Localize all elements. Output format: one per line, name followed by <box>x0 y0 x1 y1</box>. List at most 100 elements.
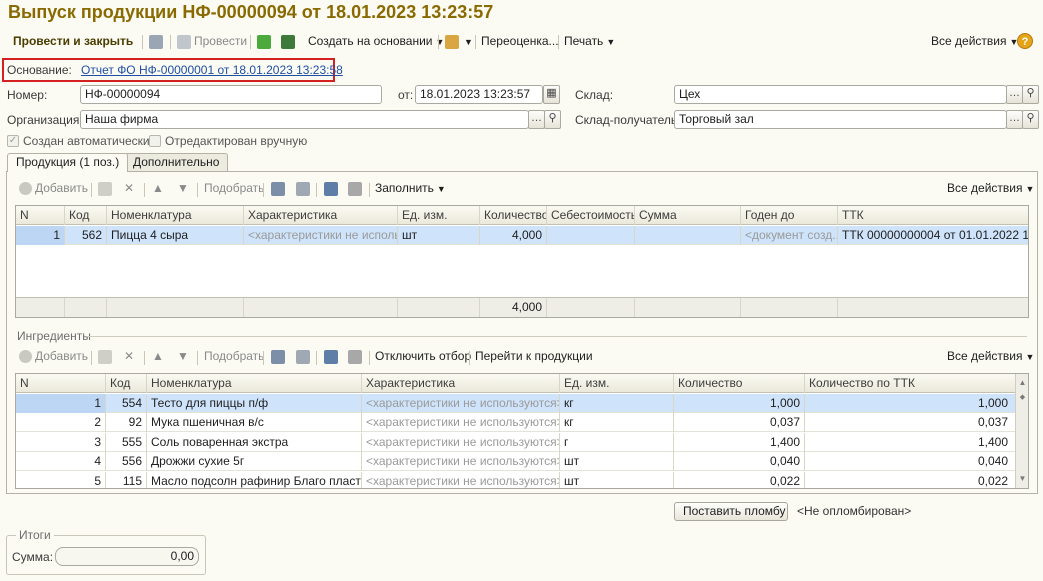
paste-icon[interactable] <box>296 182 310 196</box>
col-header-qty-ttk[interactable]: Количество по ТТК <box>805 374 1012 393</box>
move-up-icon[interactable]: ▲ <box>152 180 164 197</box>
revaluation-button[interactable]: Переоценка... <box>481 33 559 50</box>
move-up-icon[interactable]: ▲ <box>152 348 164 365</box>
paste-multiple-icon[interactable] <box>348 350 362 364</box>
destination-warehouse-input[interactable]: Торговый зал <box>674 110 1007 129</box>
scroll-down-icon[interactable]: ▼ <box>1016 472 1028 486</box>
totals-cell <box>16 298 65 317</box>
toolbar-separator <box>316 183 317 197</box>
warehouse-input[interactable]: Цех <box>674 85 1007 104</box>
search-icon[interactable]: ⚲ <box>1022 110 1039 129</box>
col-header-n[interactable]: N <box>16 374 106 393</box>
edited-manually-checkbox[interactable] <box>149 135 161 147</box>
products-totals-row: 4,000 <box>16 297 1028 317</box>
copy-multiple-icon[interactable] <box>324 182 338 196</box>
warehouse-label: Склад: <box>575 88 614 102</box>
related-docs-icon[interactable] <box>445 35 459 49</box>
col-header-unit[interactable]: Ед. изм. <box>398 206 480 225</box>
ingredients-table[interactable]: N Код Номенклатура Характеристика Ед. из… <box>15 373 1029 489</box>
table-row[interactable]: 5 115 Масло подсолн рафинир Благо пласти..… <box>16 471 1015 488</box>
col-header-expiry[interactable]: Годен до <box>741 206 838 225</box>
products-table[interactable]: N Код Номенклатура Характеристика Ед. из… <box>15 205 1029 318</box>
col-header-n[interactable]: N <box>16 206 65 225</box>
scroll-up-icon[interactable]: ▲ <box>1016 376 1028 390</box>
chevron-down-icon: ▼ <box>1025 352 1035 362</box>
goto-products-button[interactable]: Перейти к продукции <box>475 348 593 365</box>
col-header-characteristic[interactable]: Характеристика <box>244 206 398 225</box>
basis-link[interactable]: Отчет ФО НФ-00000001 от 18.01.2023 13:23… <box>81 63 343 77</box>
products-all-actions-button[interactable]: Все действия ▼ <box>947 180 1034 197</box>
ellipsis-icon[interactable]: … <box>528 110 545 129</box>
create-based-on-button[interactable]: Создать на основании ▼ <box>308 33 444 50</box>
total-quantity: 4,000 <box>480 298 547 317</box>
copy-icon[interactable] <box>271 182 285 196</box>
row-ttk: ТТК 00000000004 от 01.01.2022 17... <box>842 228 1029 242</box>
ingredients-add-button[interactable]: Добавить <box>35 348 88 365</box>
totals-cell <box>244 298 398 317</box>
scroll-thumb-icon[interactable]: ◆ <box>1016 391 1028 405</box>
paste-icon[interactable] <box>296 350 310 364</box>
totals-cell <box>635 298 741 317</box>
col-header-ttk[interactable]: ТТК <box>838 206 1028 225</box>
move-down-icon[interactable]: ▼ <box>177 180 189 197</box>
all-actions-button[interactable]: Все действия ▼ <box>931 33 1018 50</box>
move-down-icon[interactable]: ▼ <box>177 348 189 365</box>
disable-filter-button[interactable]: Отключить отбор <box>375 348 471 365</box>
fill-button[interactable]: Заполнить ▼ <box>375 180 446 197</box>
print-button[interactable]: Печать ▼ <box>564 33 615 50</box>
table-row[interactable]: 2 92 Мука пшеничная в/с <характеристики не … <box>16 413 1015 433</box>
edit-pen-icon[interactable] <box>281 35 295 49</box>
save-icon[interactable] <box>149 35 163 49</box>
toolbar-separator <box>558 35 559 49</box>
copy-multiple-icon[interactable] <box>324 350 338 364</box>
col-header-code[interactable]: Код <box>65 206 107 225</box>
delete-icon[interactable]: ✕ <box>124 180 134 197</box>
row-qty-ttk: 1,400 <box>977 434 1008 449</box>
totals-cell <box>398 298 480 317</box>
ellipsis-icon[interactable]: … <box>1006 85 1023 104</box>
tab-products[interactable]: Продукция (1 поз.) <box>7 153 129 172</box>
set-seal-button[interactable]: Поставить пломбу <box>674 502 788 521</box>
col-header-cost[interactable]: Себестоимость <box>547 206 635 225</box>
related-docs-dropdown[interactable]: ▼ <box>461 33 473 50</box>
copy-icon[interactable] <box>271 350 285 364</box>
row-code: 554 <box>106 394 147 413</box>
pick-button[interactable]: Подобрать <box>204 180 264 197</box>
col-header-quantity[interactable]: Количество <box>674 374 805 393</box>
col-header-code[interactable]: Код <box>106 374 147 393</box>
download-icon[interactable] <box>257 35 271 49</box>
number-input[interactable]: НФ-00000094 <box>80 85 382 104</box>
paste-multiple-icon[interactable] <box>348 182 362 196</box>
col-header-nomenclature[interactable]: Номенклатура <box>147 374 362 393</box>
help-icon[interactable]: ? <box>1017 33 1033 49</box>
ingredients-pick-button[interactable]: Подобрать <box>204 348 264 365</box>
col-header-sum[interactable]: Сумма <box>635 206 741 225</box>
auto-created-checkbox[interactable]: ✓ <box>7 135 19 147</box>
organization-label: Организация: <box>7 113 83 127</box>
post-and-close-button[interactable]: Провести и закрыть <box>13 33 133 50</box>
totals-cell <box>65 298 107 317</box>
post-button[interactable]: Провести <box>194 33 247 50</box>
col-header-nomenclature[interactable]: Номенклатура <box>107 206 244 225</box>
col-header-unit[interactable]: Ед. изм. <box>560 374 674 393</box>
tab-additional[interactable]: Дополнительно <box>124 153 229 171</box>
col-header-quantity[interactable]: Количество <box>480 206 547 225</box>
table-row[interactable]: 1 562 Пицца 4 сыра <характеристики не ис… <box>16 226 1029 245</box>
table-row[interactable]: 1 554 Тесто для пиццы п/ф <характеристики н… <box>16 394 1015 413</box>
delete-icon[interactable]: ✕ <box>124 348 134 365</box>
copy-row-icon[interactable] <box>98 350 112 364</box>
date-input[interactable]: 18.01.2023 13:23:57 <box>415 85 543 104</box>
ellipsis-icon[interactable]: … <box>1006 110 1023 129</box>
toolbar-separator <box>369 351 370 365</box>
add-button[interactable]: Добавить <box>35 180 88 197</box>
copy-row-icon[interactable] <box>98 182 112 196</box>
col-header-characteristic[interactable]: Характеристика <box>362 374 560 393</box>
organization-input[interactable]: Наша фирма <box>80 110 529 129</box>
table-row[interactable]: 3 555 Соль поваренная экстра <характеристик… <box>16 432 1015 452</box>
search-icon[interactable]: ⚲ <box>1022 85 1039 104</box>
ingredients-scrollbar[interactable]: ▲ ◆ ▼ <box>1015 374 1028 488</box>
calendar-icon[interactable]: ▦ <box>543 85 560 104</box>
table-row[interactable]: 4 556 Дрожжи сухие 5г <характеристики не ис… <box>16 452 1015 472</box>
search-icon[interactable]: ⚲ <box>544 110 561 129</box>
ingredients-all-actions-button[interactable]: Все действия ▼ <box>947 348 1034 365</box>
